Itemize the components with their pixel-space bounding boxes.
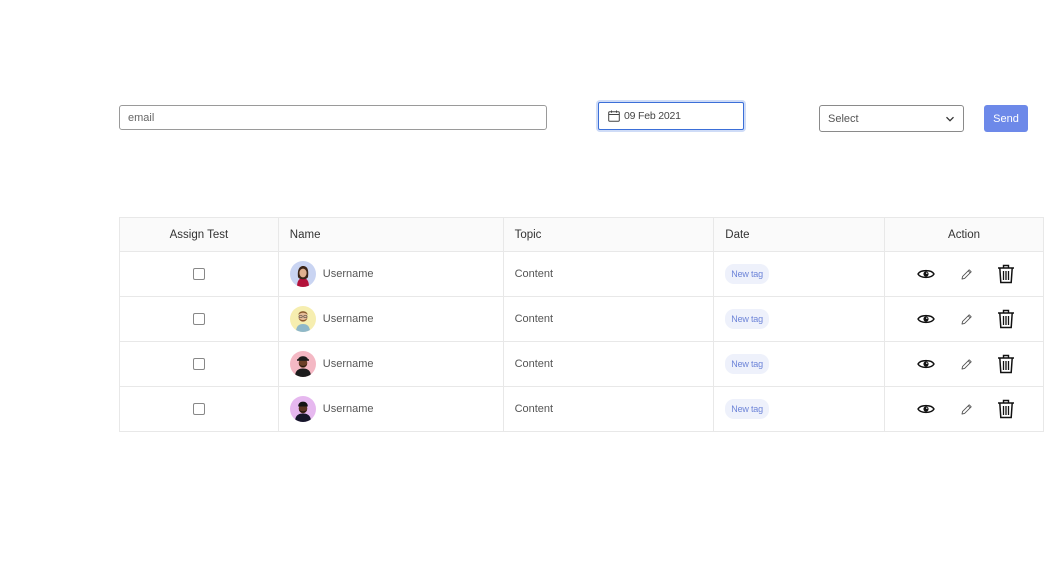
delete-button[interactable] (996, 399, 1016, 419)
date-cell: New tag (713, 341, 886, 387)
delete-button[interactable] (996, 264, 1016, 284)
send-button[interactable]: Send (984, 105, 1028, 132)
action-cell (884, 341, 1044, 387)
assign-test-cell (119, 386, 279, 432)
trash-icon (997, 354, 1015, 374)
status-badge: New tag (725, 354, 769, 374)
pencil-icon (960, 358, 973, 371)
table-row: Username Content New tag (119, 341, 1044, 387)
trash-icon (997, 309, 1015, 329)
date-value: 09 Feb 2021 (624, 110, 681, 122)
trash-icon (997, 264, 1015, 284)
topic-cell: Content (502, 386, 715, 432)
topic-cell: Content (502, 296, 715, 342)
table-header-row: Assign Test Name Topic Date Action (119, 217, 1044, 252)
select-value: Select (828, 112, 859, 125)
date-cell: New tag (713, 251, 886, 297)
eye-icon (917, 313, 935, 325)
eye-icon (917, 268, 935, 280)
view-button[interactable] (916, 264, 936, 284)
calendar-icon (608, 110, 620, 122)
status-badge: New tag (725, 399, 769, 419)
pencil-icon (960, 313, 973, 326)
name-cell: Username (277, 251, 504, 297)
date-picker[interactable]: 09 Feb 2021 (598, 102, 744, 130)
view-button[interactable] (916, 309, 936, 329)
status-badge: New tag (725, 309, 769, 329)
name-cell: Username (277, 341, 504, 387)
header-name: Name (277, 217, 504, 252)
avatar (289, 351, 316, 377)
date-cell: New tag (713, 296, 886, 342)
trash-icon (997, 399, 1015, 419)
delete-button[interactable] (996, 309, 1016, 329)
header-assign-test: Assign Test (119, 217, 279, 252)
assign-test-cell (119, 296, 279, 342)
name-cell: Username (277, 296, 504, 342)
username: Username (322, 358, 374, 370)
delete-button[interactable] (996, 354, 1016, 374)
edit-button[interactable] (956, 264, 976, 284)
assign-test-checkbox[interactable] (192, 268, 205, 281)
header-topic: Topic (502, 217, 715, 252)
view-button[interactable] (916, 399, 936, 419)
topic-cell: Content (502, 341, 715, 387)
avatar (289, 261, 316, 287)
assign-test-checkbox[interactable] (192, 313, 205, 326)
pencil-icon (960, 268, 973, 281)
pencil-icon (960, 403, 973, 416)
name-cell: Username (277, 386, 504, 432)
action-cell (884, 386, 1044, 432)
username: Username (322, 403, 374, 415)
avatar (289, 396, 316, 422)
action-cell (884, 251, 1044, 297)
username: Username (322, 268, 374, 280)
username: Username (322, 313, 374, 325)
assign-test-checkbox[interactable] (192, 358, 205, 371)
date-cell: New tag (713, 386, 886, 432)
edit-button[interactable] (956, 399, 976, 419)
status-badge: New tag (725, 264, 769, 284)
header-action: Action (884, 217, 1044, 252)
email-input[interactable] (119, 105, 547, 130)
edit-button[interactable] (956, 309, 976, 329)
action-cell (884, 296, 1044, 342)
eye-icon (917, 403, 935, 415)
topic-cell: Content (502, 251, 715, 297)
eye-icon (917, 358, 935, 370)
chevron-down-icon (946, 116, 954, 122)
header-date: Date (713, 217, 886, 252)
assign-test-cell (119, 341, 279, 387)
assign-test-table: Assign Test Name Topic Date Action Usern… (119, 217, 1044, 432)
avatar (289, 306, 316, 332)
table-row: Username Content New tag (119, 386, 1044, 432)
view-button[interactable] (916, 354, 936, 374)
assign-test-checkbox[interactable] (192, 403, 205, 416)
select-dropdown[interactable]: Select (819, 105, 964, 132)
table-row: Username Content New tag (119, 251, 1044, 297)
assign-test-cell (119, 251, 279, 297)
edit-button[interactable] (956, 354, 976, 374)
table-row: Username Content New tag (119, 296, 1044, 342)
